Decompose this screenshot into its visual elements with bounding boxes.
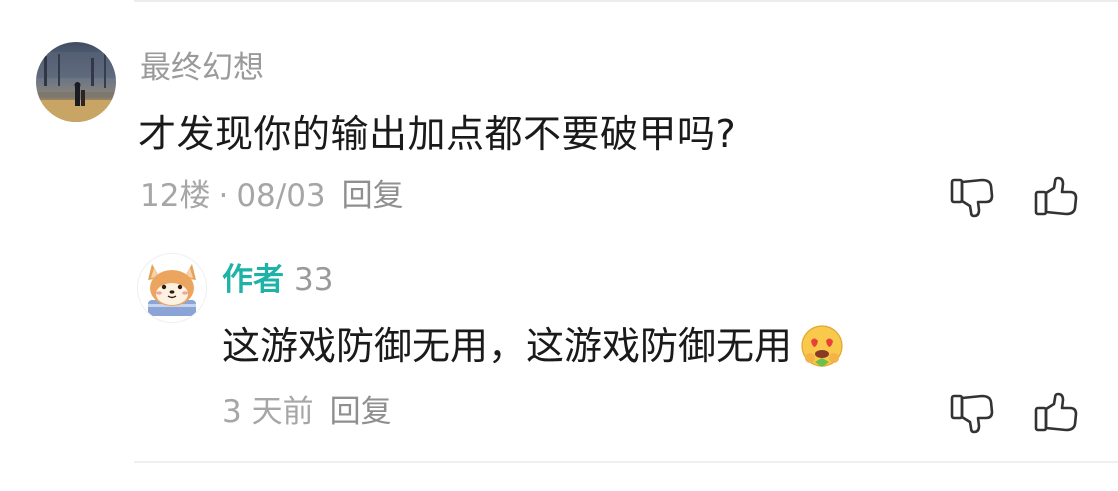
reply-button[interactable]: 回复 [342, 178, 404, 214]
heart-eyes-emoji [798, 322, 846, 370]
thumb-up-icon[interactable] [1032, 172, 1082, 222]
reply-text-row: 这游戏防御无用，这游戏防御无用 [222, 322, 846, 370]
author-badge: 作者 [222, 262, 284, 298]
avatar[interactable] [36, 42, 116, 122]
reply-button[interactable]: 回复 [330, 394, 392, 430]
reply-author-line: 作者 33 [222, 260, 333, 300]
thumb-down-icon[interactable] [948, 172, 998, 222]
author-avatar[interactable] [138, 254, 206, 322]
divider [134, 0, 1118, 2]
thumb-down-icon[interactable] [948, 388, 998, 438]
reply-time: 3 天前 [222, 394, 314, 430]
reply-username[interactable]: 33 [294, 262, 333, 298]
meta-separator: · [218, 178, 229, 214]
divider [134, 461, 1118, 463]
reply-meta: 3 天前 回复 [222, 392, 392, 432]
comment-username[interactable]: 最终幻想 [140, 48, 264, 88]
comment-date: 08/03 [236, 178, 326, 214]
comment-meta: 12楼 · 08/03 回复 [140, 176, 404, 216]
thumb-up-icon[interactable] [1032, 388, 1082, 438]
comment-text: 才发现你的输出加点都不要破甲吗? [138, 112, 737, 156]
floor-number: 12楼 [140, 178, 211, 214]
reply-text: 这游戏防御无用，这游戏防御无用 [222, 324, 793, 368]
comment-thread: 最终幻想 才发现你的输出加点都不要破甲吗? 12楼 · 08/03 回复 作者 … [0, 0, 1118, 491]
